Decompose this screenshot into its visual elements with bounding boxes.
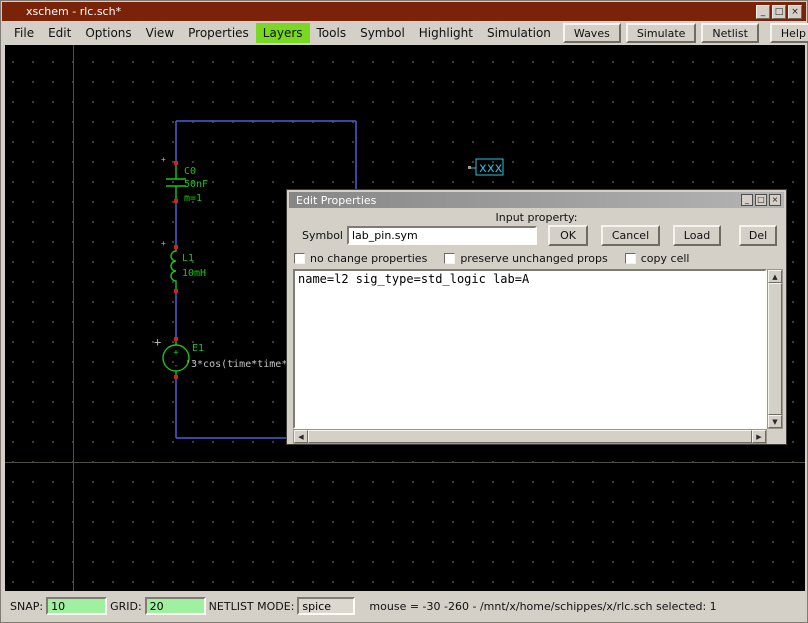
del-button[interactable]: Del [739, 225, 777, 246]
close-icon[interactable]: × [788, 5, 802, 19]
no-change-properties-option: no change properties [294, 252, 427, 265]
selected-pin-label: xxx [479, 161, 503, 176]
netlist-mode-label: NETLIST MODE: [209, 600, 295, 613]
scroll-right-icon[interactable]: ▶ [752, 430, 766, 443]
symbol-label: Symbol [302, 229, 343, 242]
inductor-symbol[interactable] [171, 247, 176, 291]
properties-textarea[interactable]: name=l2 sig_type=std_logic lab=A [293, 269, 767, 429]
minimize-icon[interactable]: _ [756, 5, 770, 19]
dialog-title: Edit Properties [296, 194, 376, 207]
no-change-properties-label: no change properties [310, 252, 427, 265]
capacitor-symbol[interactable] [166, 163, 186, 201]
capacitor-name-label[interactable]: C0 [184, 166, 196, 177]
dialog-minimize-icon[interactable]: _ [741, 194, 753, 206]
cancel-button[interactable]: Cancel [601, 225, 660, 246]
menu-properties[interactable]: Properties [181, 23, 256, 43]
menu-edit[interactable]: Edit [41, 23, 78, 43]
menu-symbol[interactable]: Symbol [353, 23, 412, 43]
ok-button[interactable]: OK [548, 225, 588, 246]
preserve-unchanged-props-option: preserve unchanged props [444, 252, 607, 265]
edit-properties-dialog: Edit Properties _ □ × Input property: Sy… [286, 189, 787, 445]
copy-cell-checkbox[interactable] [625, 253, 636, 264]
grid-input[interactable] [145, 597, 206, 615]
source-name-label[interactable]: E1 [192, 343, 204, 354]
dialog-close-icon[interactable]: × [769, 194, 781, 206]
copy-cell-label: copy cell [641, 252, 690, 265]
statusbar: SNAP: GRID: NETLIST MODE: mouse = -30 -2… [2, 591, 806, 621]
copy-cell-option: copy cell [625, 252, 690, 265]
symbol-input[interactable] [347, 226, 537, 245]
dialog-controls: _ □ × [741, 194, 781, 206]
selected-lab-pin[interactable]: xxx [468, 159, 503, 176]
menubar: File Edit Options View Properties Layers… [2, 21, 806, 45]
scroll-left-icon[interactable]: ◀ [294, 430, 308, 443]
grid-label: GRID: [110, 600, 142, 613]
capacitor-value-label[interactable]: 50nF [184, 179, 208, 190]
horizontal-scrollbar[interactable]: ◀ ▶ [293, 429, 767, 444]
mouse-status-text: mouse = -30 -260 - /mnt/x/home/schippes/… [369, 600, 716, 613]
vertical-scrollbar[interactable]: ▲ ▼ [767, 269, 783, 429]
dialog-maximize-icon[interactable]: □ [755, 194, 767, 206]
scroll-up-icon[interactable]: ▲ [768, 270, 782, 283]
dialog-titlebar[interactable]: Edit Properties _ □ × [289, 192, 784, 208]
pin-attach-tick [468, 166, 471, 169]
horizontal-scroll-thumb[interactable] [308, 430, 752, 443]
inductor-name-label[interactable]: L1 [182, 253, 194, 264]
vertical-scroll-thumb[interactable] [768, 283, 782, 415]
load-button[interactable]: Load [673, 225, 721, 246]
xschem-window: xschem - rlc.sch* _ □ × File Edit Option… [0, 0, 808, 623]
preserve-unchanged-props-label: preserve unchanged props [460, 252, 607, 265]
snap-label: SNAP: [10, 600, 43, 613]
menu-options[interactable]: Options [78, 23, 138, 43]
titlebar[interactable]: xschem - rlc.sch* _ □ × [2, 2, 806, 21]
menu-tools[interactable]: Tools [310, 23, 354, 43]
source-plus-sign: + [173, 348, 179, 358]
menu-file[interactable]: File [7, 23, 41, 43]
netlist-button[interactable]: Netlist [701, 23, 758, 43]
no-change-properties-checkbox[interactable] [294, 253, 305, 264]
netlist-mode-input[interactable] [297, 597, 355, 615]
menu-view[interactable]: View [139, 23, 181, 43]
inductor-value-label[interactable]: 10mH [182, 268, 206, 279]
input-property-caption: Input property: [287, 211, 786, 224]
preserve-unchanged-props-checkbox[interactable] [444, 253, 455, 264]
window-controls: _ □ × [756, 5, 802, 19]
menu-layers[interactable]: Layers [256, 23, 310, 43]
checkbox-row: no change properties preserve unchanged … [294, 252, 706, 265]
snap-input[interactable] [46, 597, 107, 615]
waves-button[interactable]: Waves [563, 23, 621, 43]
source-minus-sign: - [173, 361, 178, 371]
capacitor-plus-mark: + [161, 155, 166, 164]
voltage-source-symbol[interactable]: + - [163, 339, 189, 377]
symbol-row: Symbol OK Cancel Load Del [287, 225, 786, 247]
simulate-button[interactable]: Simulate [626, 23, 697, 43]
maximize-icon[interactable]: □ [772, 5, 786, 19]
scroll-down-icon[interactable]: ▼ [768, 415, 782, 428]
menu-highlight[interactable]: Highlight [412, 23, 480, 43]
source-plus-mark: + [154, 335, 161, 349]
inductor-plus-mark: + [161, 239, 166, 248]
window-title: xschem - rlc.sch* [26, 5, 121, 18]
capacitor-param-label[interactable]: m=1 [184, 193, 202, 204]
help-button[interactable]: Help [770, 23, 808, 43]
menu-simulation[interactable]: Simulation [480, 23, 558, 43]
